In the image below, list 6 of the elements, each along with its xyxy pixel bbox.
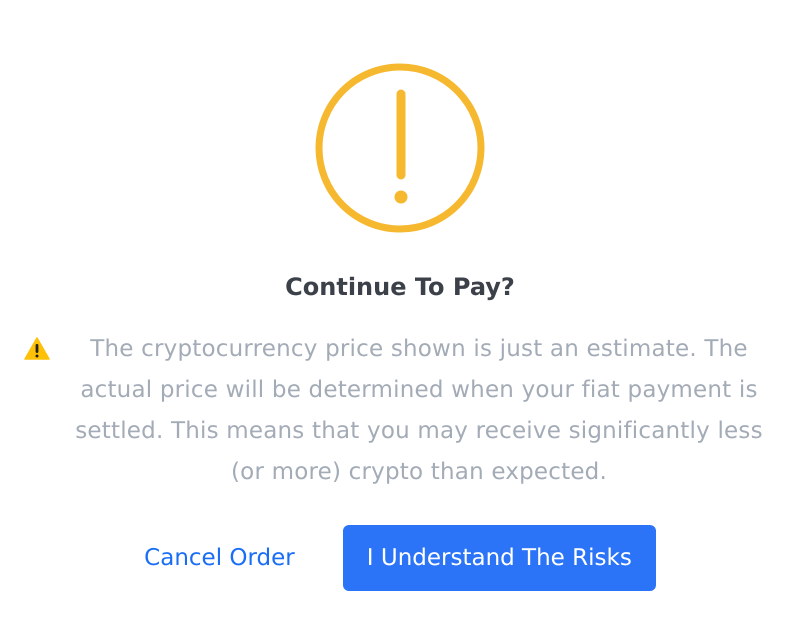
warning-icon bbox=[24, 337, 50, 360]
exclamation-circle-icon bbox=[315, 63, 485, 233]
cancel-link[interactable]: Cancel Order bbox=[144, 541, 295, 575]
confirm-button[interactable]: I Understand The Risks bbox=[342, 525, 656, 591]
dialog-title: Continue To Pay? bbox=[285, 272, 515, 303]
warning-message: The cryptocurrency price shown is just an estimate. The actual price will be determined when your fiat payment is settled. This means that you may receive significantly less (or more) crypto than expected. bbox=[74, 335, 764, 487]
